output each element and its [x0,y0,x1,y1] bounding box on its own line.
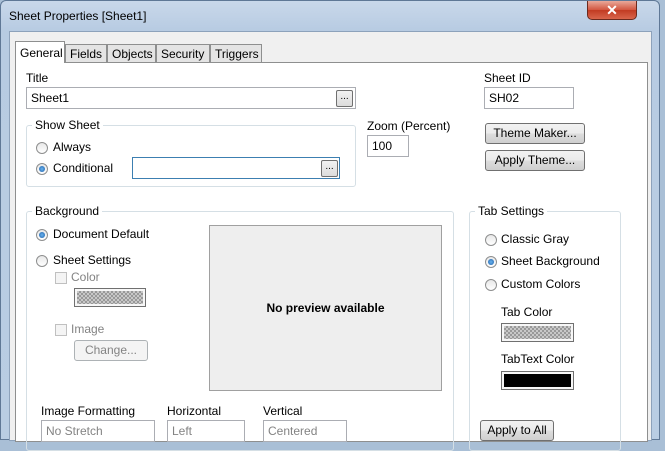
always-label: Always [53,140,92,154]
condition-expression-button[interactable]: ... [321,160,338,177]
tab-fields[interactable]: Fields [65,44,107,62]
sheet-background-radio[interactable] [485,256,497,268]
conditional-label: Conditional [53,161,114,175]
dialog-client-area: General Fields Objects Security Triggers… [9,31,652,451]
general-tab-page: Title Sheet1 ... Sheet ID SH02 Show Shee… [15,62,648,451]
background-label: Background [32,204,103,218]
color-checkbox[interactable] [55,272,67,284]
image-checkbox[interactable] [55,324,67,336]
tab-text-color-label: TabText Color [501,352,575,366]
horizontal-select[interactable]: Left [167,420,245,442]
tab-settings-label: Tab Settings [475,204,548,218]
background-preview: No preview available [209,225,442,391]
horizontal-label: Horizontal [167,404,222,418]
title-bar[interactable]: Sheet Properties [Sheet1] ✕ [1,1,659,31]
tab-triggers[interactable]: Triggers [210,44,262,62]
tab-color-swatch[interactable] [501,323,574,342]
vertical-label: Vertical [263,404,303,418]
tab-security[interactable]: Security [156,44,210,62]
image-formatting-select[interactable]: No Stretch [41,420,155,442]
close-button[interactable]: ✕ [587,1,637,20]
document-default-radio[interactable] [36,229,48,241]
document-default-label: Document Default [53,227,150,241]
color-label: Color [71,270,100,284]
show-sheet-label: Show Sheet [32,118,103,132]
background-group: Background Document Default Sheet Settin… [26,204,454,451]
window-title: Sheet Properties [Sheet1] [9,9,147,23]
classic-gray-radio[interactable] [485,234,497,246]
close-icon: ✕ [606,2,618,18]
tab-general[interactable]: General [15,41,65,63]
image-formatting-label: Image Formatting [41,404,136,418]
zoom-label: Zoom (Percent) [367,119,451,133]
apply-theme-button[interactable]: Apply Theme... [485,150,585,171]
conditional-radio[interactable] [36,163,48,175]
background-color-fill [77,291,143,304]
tab-color-fill [504,326,571,339]
title-input[interactable]: Sheet1 [26,87,356,109]
background-color-swatch[interactable] [74,288,146,307]
tab-text-color-fill [504,374,571,387]
show-sheet-group: Show Sheet Always Conditional ... [26,118,356,187]
title-label: Title [26,71,49,85]
custom-colors-label: Custom Colors [501,277,581,291]
theme-maker-button[interactable]: Theme Maker... [485,123,585,144]
image-label: Image [71,322,105,336]
title-expression-button[interactable]: ... [336,90,353,107]
custom-colors-radio[interactable] [485,279,497,291]
tab-text-color-swatch[interactable] [501,371,574,390]
condition-input[interactable] [132,157,340,179]
sheet-id-input[interactable]: SH02 [484,87,574,109]
change-image-button[interactable]: Change... [74,340,148,361]
zoom-input[interactable]: 100 [367,135,409,157]
apply-to-all-button[interactable]: Apply to All [480,420,554,441]
preview-text: No preview available [266,301,385,315]
vertical-select[interactable]: Centered [263,420,347,442]
sheet-properties-dialog: Sheet Properties [Sheet1] ✕ General Fiel… [0,0,660,451]
sheet-id-label: Sheet ID [484,71,531,85]
sheet-settings-label: Sheet Settings [53,253,132,267]
always-radio[interactable] [36,142,48,154]
tab-color-label: Tab Color [501,305,553,319]
tab-objects[interactable]: Objects [107,44,156,62]
classic-gray-label: Classic Gray [501,232,570,246]
tab-settings-group: Tab Settings Classic Gray Sheet Backgrou… [469,204,621,451]
sheet-settings-radio[interactable] [36,255,48,267]
sheet-background-label: Sheet Background [501,254,600,268]
